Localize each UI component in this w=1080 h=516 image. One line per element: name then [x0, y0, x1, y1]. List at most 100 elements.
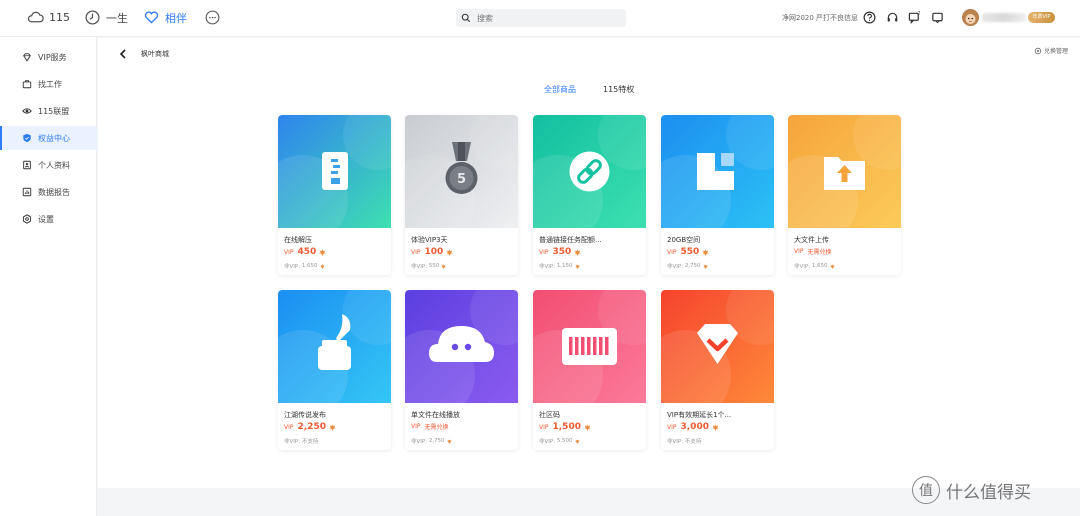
vip-price-value: 1,500: [552, 422, 581, 432]
normal-price-value: 1,150: [556, 263, 573, 269]
watermark-logo-icon: 值: [912, 476, 940, 504]
product-card[interactable]: 社区码 VIP 1,500 非VIP: 5,500: [533, 290, 646, 450]
normal-price: 非VIP: 1,150: [539, 262, 580, 270]
sidebar-item-label: 115联盟: [38, 106, 70, 116]
product-card[interactable]: 20GB空间 VIP 550 非VIP: 2,750: [661, 115, 774, 275]
heart-icon: [144, 11, 159, 24]
sidebar-item-profile[interactable]: 个人资料: [0, 153, 97, 177]
normal-label: 非VIP:: [794, 264, 811, 270]
product-image[interactable]: [661, 290, 774, 403]
product-image[interactable]: [278, 115, 391, 228]
message-icon[interactable]: 2: [908, 11, 921, 24]
product-card[interactable]: 江湖传说发布 VIP 2,250 非VIP: 不支持: [278, 290, 391, 450]
product-image[interactable]: [788, 115, 901, 228]
normal-price: 非VIP: 2,750: [667, 262, 708, 270]
tab-all-products[interactable]: 全部商品: [544, 84, 576, 95]
tab-115-privileges[interactable]: 115特权: [603, 84, 634, 95]
search-input[interactable]: [477, 13, 617, 23]
product-card[interactable]: 普通链接任务配额... VIP 350 非VIP: 1,150: [533, 115, 646, 275]
vip-label: VIP: [667, 423, 677, 431]
avatar-face-icon: [962, 9, 979, 26]
product-image[interactable]: [278, 290, 391, 403]
vip-price-value: 2,250: [297, 422, 326, 432]
help-icon[interactable]: [863, 11, 876, 24]
product-card[interactable]: 5 体验VIP3天 VIP 100 非VIP: 550: [405, 115, 518, 275]
normal-price-value: 不支持: [301, 439, 319, 445]
normal-label: 非VIP:: [284, 439, 301, 445]
chevron-left-icon: [119, 49, 126, 59]
normal-price-value: 1,650: [811, 263, 828, 269]
maple-leaf-icon: [574, 438, 580, 444]
vip-price: VIP 100: [411, 247, 453, 257]
svg-text:5: 5: [457, 172, 466, 187]
vip-price: VIP 1,500: [539, 422, 591, 432]
normal-price-value: 2,750: [428, 438, 445, 444]
vip-price: VIP 450: [284, 247, 326, 257]
product-name[interactable]: 江湖传说发布: [284, 410, 326, 420]
product-image[interactable]: [405, 290, 518, 403]
nav-item-yisheng[interactable]: 一生: [84, 9, 128, 26]
product-name[interactable]: 在线解压: [284, 235, 312, 245]
sidebar-item-vip[interactable]: VIP服务: [0, 45, 97, 69]
product-card[interactable]: 在线解压 VIP 450 非VIP: 1,650: [278, 115, 391, 275]
vip-price-value: 350: [552, 247, 572, 257]
product-image[interactable]: [533, 290, 646, 403]
sidebar-item-label: 数据报告: [38, 187, 70, 197]
product-image[interactable]: [533, 115, 646, 228]
nav-item-115[interactable]: 115: [27, 9, 70, 26]
product-card[interactable]: 大文件上传 VIP 无需兑换 非VIP: 1,650: [788, 115, 901, 275]
sidebar-item-alliance[interactable]: 115联盟: [0, 99, 97, 123]
manage-label: 兑换管理: [1044, 48, 1069, 55]
normal-label: 非VIP:: [667, 439, 684, 445]
ink-quill-icon: [318, 314, 351, 370]
sidebar-item-rights-center[interactable]: 权益中心: [0, 126, 97, 150]
nav-item-more[interactable]: [204, 9, 226, 26]
normal-label: 非VIP:: [284, 264, 301, 270]
headset-icon[interactable]: [886, 11, 899, 24]
product-name[interactable]: 普通链接任务配额...: [539, 235, 602, 245]
product-card[interactable]: VIP有效期延长1个... VIP 3,000 非VIP: 不支持: [661, 290, 774, 450]
product-name[interactable]: 社区码: [539, 410, 560, 420]
avatar[interactable]: [962, 9, 979, 26]
svg-text:2: 2: [918, 11, 921, 16]
vip-price-value: 550: [680, 247, 700, 257]
maple-leaf-icon: [829, 263, 835, 269]
sidebar-item-label: 找工作: [38, 79, 62, 89]
maple-leaf-icon: [584, 423, 591, 431]
maple-leaf-icon: [329, 423, 336, 431]
nav-item-xiangban[interactable]: 相伴: [143, 9, 187, 26]
normal-price: 非VIP: 1,650: [794, 262, 835, 270]
product-name[interactable]: VIP有效期延长1个...: [667, 410, 731, 420]
normal-price: 非VIP: 1,650: [284, 262, 325, 270]
product-name[interactable]: 20GB空间: [667, 235, 700, 245]
watermark: 值 什么值得买: [912, 476, 1031, 504]
vip-price-value: 无需兑换: [424, 424, 449, 431]
normal-price: 非VIP: 不支持: [284, 437, 318, 445]
product-image[interactable]: [661, 115, 774, 228]
product-name[interactable]: 单文件在线播放: [411, 410, 460, 420]
product-name[interactable]: 体验VIP3天: [411, 235, 448, 245]
product-image[interactable]: 5: [405, 115, 518, 228]
sidebar-item-data-report[interactable]: 数据报告: [0, 180, 97, 204]
watermark-text: 什么值得买: [946, 482, 1031, 503]
vip-price-value: 100: [424, 247, 444, 257]
exchange-manage-link[interactable]: 兑换管理: [1034, 46, 1068, 55]
chat-icon[interactable]: [931, 11, 944, 24]
product-name[interactable]: 大文件上传: [794, 235, 829, 245]
briefcase-icon: [22, 80, 32, 89]
notice-text[interactable]: 净网2020 严打不良信息: [782, 13, 858, 23]
vip-price: VIP 无需兑换: [411, 422, 449, 431]
maple-leaf-icon: [441, 263, 447, 269]
top-bar: 115 一生 相伴 净网2020 严打不良信息 2 年费VIP: [0, 0, 1080, 37]
vip-label: VIP: [411, 423, 421, 430]
sidebar-item-label: VIP服务: [38, 52, 67, 62]
vip-label: VIP: [794, 248, 804, 255]
normal-label: 非VIP:: [539, 264, 556, 270]
search-bar[interactable]: [456, 9, 626, 27]
back-button[interactable]: [118, 47, 130, 61]
normal-price: 非VIP: 不支持: [667, 437, 701, 445]
sidebar-item-settings[interactable]: 设置: [0, 207, 97, 231]
nav-label: 相伴: [165, 11, 187, 25]
sidebar-item-jobs[interactable]: 找工作: [0, 72, 97, 96]
product-card[interactable]: 单文件在线播放 VIP 无需兑换 非VIP: 2,750: [405, 290, 518, 450]
